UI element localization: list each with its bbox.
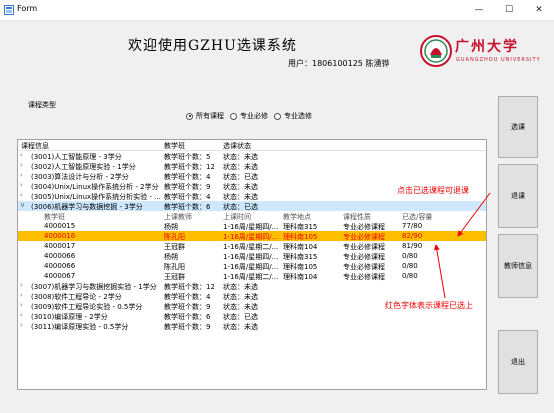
arrow-to-highlight — [433, 244, 446, 299]
annotation-arrows — [433, 192, 491, 299]
arrow-to-drop — [457, 192, 491, 237]
